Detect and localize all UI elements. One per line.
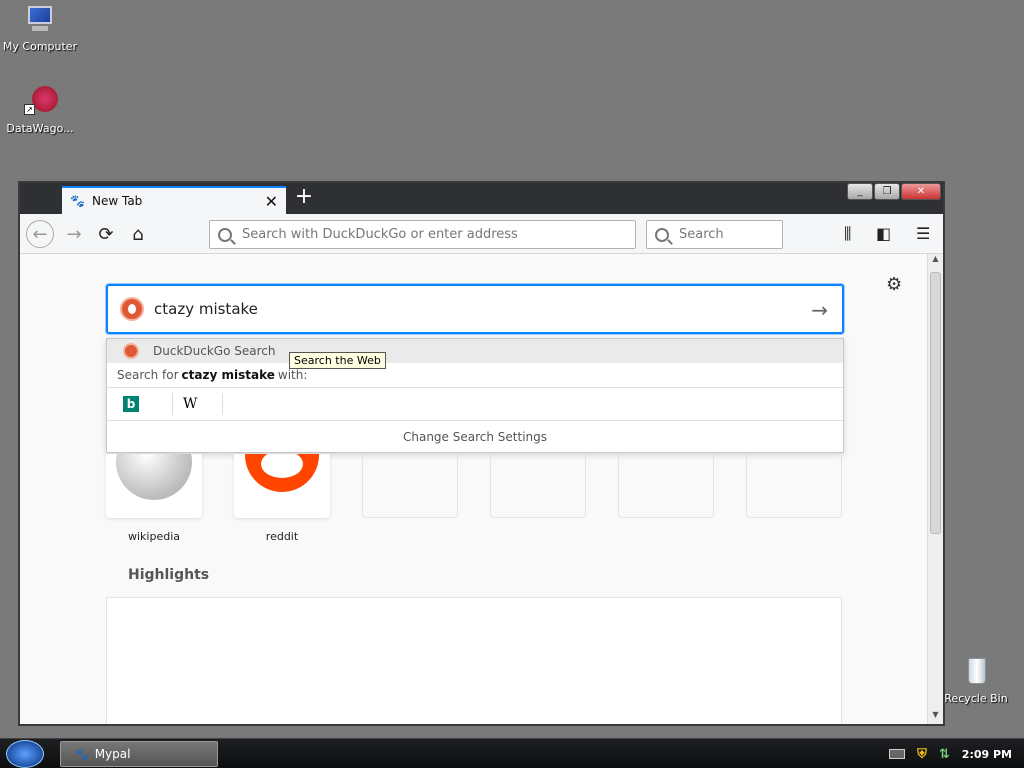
window-controls: _ ❐ ✕	[846, 183, 941, 200]
search-for-suffix: with:	[277, 368, 308, 382]
tab-title: New Tab	[92, 194, 143, 208]
page-search-input[interactable]: ctazy mistake →	[106, 284, 844, 334]
settings-gear-icon[interactable]: ⚙	[886, 274, 902, 295]
forward-button[interactable]: →	[60, 220, 88, 248]
system-tray: ⛨ ⇅ 2:09 PM	[889, 739, 1024, 768]
mypal-favicon-icon: 🐾	[70, 194, 85, 208]
search-tooltip: Search the Web	[289, 352, 386, 369]
search-for-term: ctazy mistake	[181, 368, 275, 382]
change-search-settings-button[interactable]: Change Search Settings	[107, 421, 843, 453]
empty-tile	[362, 454, 458, 518]
search-icon	[218, 227, 232, 242]
url-bar[interactable]: Search with DuckDuckGo or enter address	[209, 220, 636, 249]
start-button[interactable]	[6, 740, 44, 768]
page-search-value: ctazy mistake	[154, 300, 258, 318]
search-icon	[655, 227, 669, 242]
wikipedia-thumbnail	[106, 454, 202, 518]
computer-icon	[24, 4, 56, 36]
reload-button[interactable]: ⟳	[92, 220, 120, 248]
search-suggestions-dropdown: DuckDuckGo Search Search for ctazy mista…	[106, 338, 844, 453]
recycle-bin-icon	[960, 656, 992, 688]
empty-tile	[746, 454, 842, 518]
highlights-section	[106, 597, 842, 724]
empty-tile	[490, 454, 586, 518]
new-tab-page: ⚙ ctazy mistake → DuckDuckGo Search Sear…	[20, 254, 927, 724]
top-site-tile[interactable]	[746, 454, 842, 543]
minimize-button[interactable]: _	[847, 183, 873, 200]
taskbar: 🐾 Mypal ⛨ ⇅ 2:09 PM	[0, 738, 1024, 768]
top-sites: wikipedia reddit	[106, 454, 842, 543]
my-computer-icon[interactable]: My Computer	[0, 4, 80, 53]
top-site-tile[interactable]: wikipedia	[106, 454, 202, 543]
forward-arrow-icon: →	[66, 223, 82, 245]
library-icon[interactable]: ⫼	[844, 224, 851, 244]
reddit-thumbnail	[234, 454, 330, 518]
engine-list: b W	[107, 388, 843, 421]
recycle-bin-shortcut[interactable]: Recycle Bin	[936, 656, 1016, 705]
menu-icon[interactable]: ☰	[916, 224, 930, 243]
home-button[interactable]: ⌂	[124, 220, 152, 248]
datawagon-shortcut[interactable]: ↗ DataWago...	[0, 86, 80, 135]
vertical-scrollbar[interactable]: ▲ ▼	[927, 254, 943, 724]
wikipedia-icon: W	[183, 396, 198, 412]
engine-bing-button[interactable]: b	[123, 393, 173, 415]
scroll-down-icon[interactable]: ▼	[928, 710, 943, 724]
reload-icon: ⟳	[98, 223, 114, 245]
network-icon[interactable]: ⇅	[939, 747, 950, 762]
mypal-favicon-icon: 🐾	[75, 747, 89, 761]
search-for-row: Search for ctazy mistake with:	[107, 363, 843, 388]
url-bar-placeholder: Search with DuckDuckGo or enter address	[242, 227, 518, 242]
dropdown-engine-row[interactable]: DuckDuckGo Search	[107, 339, 843, 363]
datawagon-icon: ↗	[24, 86, 58, 118]
tab-bar: 🐾 New Tab ✕ + _ ❐ ✕	[20, 183, 943, 214]
top-site-tile[interactable]	[362, 454, 458, 543]
empty-tile	[618, 454, 714, 518]
home-icon: ⌂	[132, 223, 144, 245]
search-bar[interactable]: Search	[646, 220, 783, 249]
nav-toolbar: ← → ⟳ ⌂ Search with DuckDuckGo or enter …	[20, 214, 943, 254]
scroll-thumb[interactable]	[930, 272, 941, 534]
keyboard-icon[interactable]	[889, 749, 906, 759]
tab-new-tab[interactable]: 🐾 New Tab ✕	[62, 186, 286, 214]
taskbar-app-label: Mypal	[94, 747, 131, 761]
taskbar-app-mypal[interactable]: 🐾 Mypal	[60, 741, 218, 767]
clock[interactable]: 2:09 PM	[962, 748, 1012, 761]
top-site-tile[interactable]: reddit	[234, 454, 330, 543]
top-site-label: wikipedia	[127, 530, 180, 543]
browser-window: 🐾 New Tab ✕ + _ ❐ ✕ ← → ⟳ ⌂ Search with …	[18, 181, 945, 726]
top-site-tile[interactable]	[618, 454, 714, 543]
highlights-heading: Highlights	[128, 567, 210, 583]
my-computer-label: My Computer	[2, 40, 78, 53]
top-site-label: reddit	[265, 530, 299, 543]
search-for-prefix: Search for	[117, 368, 179, 382]
search-bar-placeholder: Search	[679, 227, 724, 242]
bing-icon: b	[123, 396, 139, 412]
duckduckgo-icon	[120, 297, 144, 321]
engine-wikipedia-button[interactable]: W	[173, 393, 223, 415]
search-go-arrow-icon[interactable]: →	[811, 298, 828, 322]
back-arrow-icon: ←	[32, 223, 48, 245]
sidebar-icon[interactable]: ◧	[876, 224, 891, 243]
restore-button[interactable]: ❐	[874, 183, 900, 200]
dropdown-engine-label: DuckDuckGo Search	[153, 344, 276, 358]
duckduckgo-icon	[123, 343, 139, 359]
scroll-up-icon[interactable]: ▲	[928, 254, 943, 268]
back-button[interactable]: ←	[26, 220, 54, 248]
tab-close-icon[interactable]: ✕	[265, 192, 278, 211]
datawagon-label: DataWago...	[6, 122, 74, 135]
close-window-button[interactable]: ✕	[901, 183, 941, 200]
top-site-tile[interactable]	[490, 454, 586, 543]
recycle-bin-label: Recycle Bin	[944, 692, 1008, 705]
security-shield-icon[interactable]: ⛨	[917, 747, 927, 762]
new-tab-button[interactable]: +	[292, 186, 316, 210]
